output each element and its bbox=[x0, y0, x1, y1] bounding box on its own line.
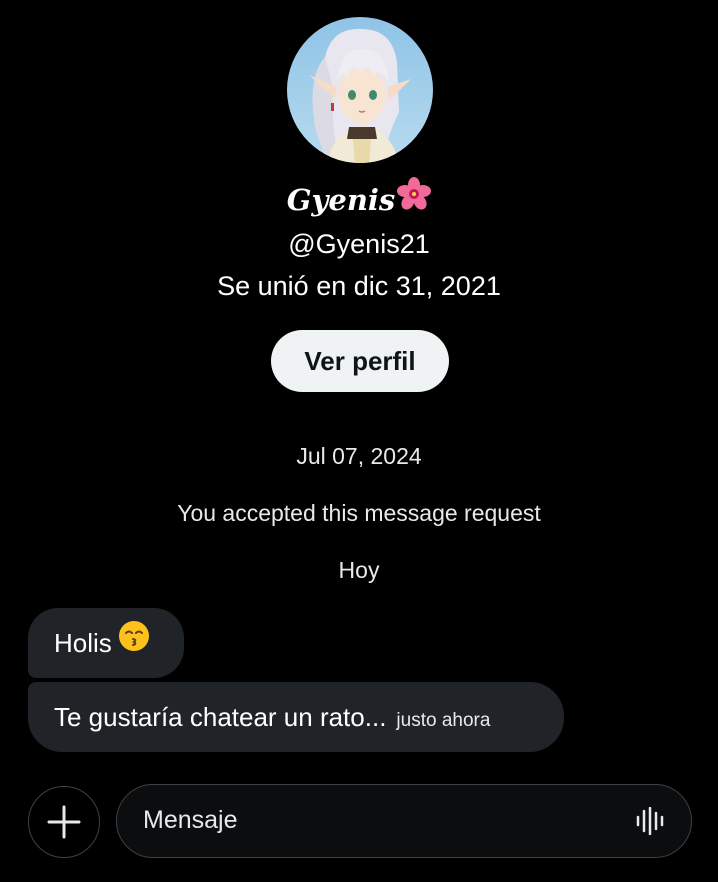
plus-icon bbox=[47, 805, 81, 839]
view-profile-button[interactable]: Ver perfil bbox=[271, 330, 449, 392]
add-attachment-button[interactable] bbox=[28, 786, 100, 858]
kissing-face-icon bbox=[118, 608, 150, 678]
display-name: Gyenis bbox=[0, 177, 718, 224]
message-bubble[interactable]: Te gustaría chatear un rato... justo ahor… bbox=[28, 682, 564, 752]
date-header: Jul 07, 2024 bbox=[296, 443, 422, 469]
anime-elf-avatar bbox=[287, 17, 433, 163]
hibiscus-flower-icon bbox=[397, 177, 432, 221]
today-label: Hoy bbox=[338, 557, 380, 583]
joined-date: Se unió en dic 31, 2021 bbox=[217, 271, 501, 301]
user-handle: @Gyenis21 bbox=[288, 229, 430, 259]
message-input[interactable] bbox=[143, 785, 613, 856]
message-bubble[interactable]: Holis bbox=[28, 608, 184, 678]
voice-wave-icon bbox=[636, 806, 664, 836]
system-message: You accepted this message request bbox=[177, 500, 541, 526]
message-text: Holis bbox=[54, 628, 112, 658]
message-composer bbox=[116, 784, 692, 858]
message-timestamp: justo ahora bbox=[396, 710, 491, 731]
message-text: Te gustaría chatear un rato... bbox=[54, 702, 387, 732]
voice-message-button[interactable] bbox=[635, 806, 665, 836]
display-name-text: Gyenis bbox=[286, 183, 396, 217]
avatar[interactable] bbox=[287, 17, 433, 163]
